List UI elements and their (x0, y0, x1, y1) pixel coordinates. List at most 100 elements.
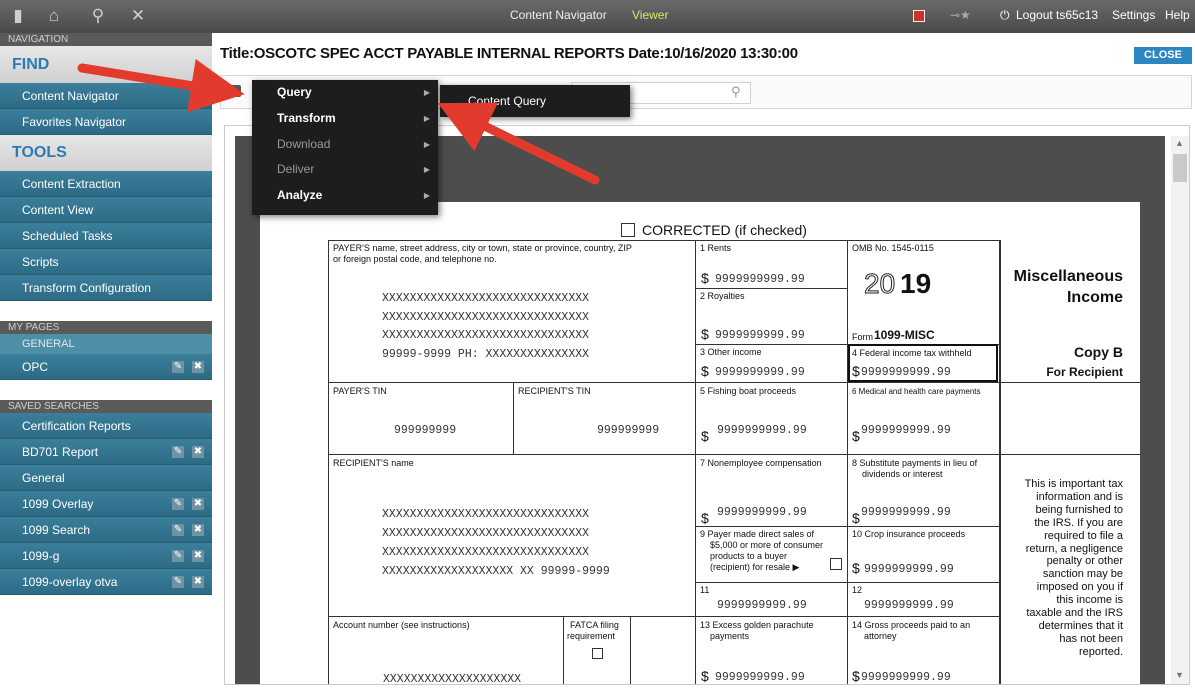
actions-menu-icon[interactable] (229, 85, 241, 97)
tab-content-navigator[interactable]: Content Navigator (500, 0, 617, 33)
delete-icon[interactable]: ✖ (192, 361, 204, 373)
other-income-label: 3 Other income (700, 347, 762, 357)
recipient-line: XXXXXXXXXXXXXXXXXXXXXXXXXXXXXX (382, 508, 590, 521)
label: 1099-overlay otva (22, 575, 118, 589)
sidebar-item-content-extraction[interactable]: Content Extraction (0, 171, 212, 197)
dollar-sign: $ (852, 428, 860, 444)
close-button[interactable]: CLOSE (1134, 47, 1192, 64)
tax-notice: This is important tax information and is b… (1005, 478, 1123, 659)
sidebar-item-general[interactable]: General (0, 465, 212, 491)
general-group-header[interactable]: GENERAL (0, 334, 212, 354)
fatca-checkbox[interactable] (592, 648, 603, 659)
search-icon[interactable]: ⚲ (731, 84, 741, 100)
vertical-scrollbar[interactable]: ▲ ▼ (1171, 136, 1189, 684)
subst-value: 9999999999.99 (861, 506, 951, 519)
subst-label-2: dividends or interest (862, 469, 943, 479)
sidebar-item-content-navigator[interactable]: Content Navigator (0, 83, 212, 109)
edit-icon[interactable]: ✎ (172, 576, 184, 588)
tax-notice-line: has not been (1059, 632, 1123, 645)
delete-icon[interactable]: ✖ (192, 576, 204, 588)
account-label: Account number (see instructions) (333, 620, 470, 630)
scroll-up-icon[interactable]: ▲ (1175, 138, 1184, 148)
corrected-checkbox[interactable] (621, 223, 635, 237)
opc-label: OPC (22, 360, 49, 374)
menu-item-download[interactable]: Download ▶ (252, 132, 438, 158)
edit-icon[interactable]: ✎ (172, 550, 184, 562)
divider (695, 616, 1000, 617)
sidebar-item-1099-search[interactable]: 1099 Search ✎ ✖ (0, 517, 212, 543)
menu-item-analyze[interactable]: Analyze ▶ (252, 183, 438, 209)
edit-icon[interactable]: ✎ (172, 524, 184, 536)
sidebar-item-bd701-report[interactable]: BD701 Report ✎ ✖ (0, 439, 212, 465)
tax-notice-line: This is important tax (1024, 478, 1123, 490)
delete-icon[interactable]: ✖ (192, 446, 204, 458)
royalties-value: 9999999999.99 (715, 329, 805, 342)
menu-item-transform[interactable]: Transform ▶ (252, 106, 438, 132)
corrected-label: CORRECTED (if checked) (642, 222, 807, 238)
tax-notice-line: reported. (1078, 645, 1123, 658)
sidebar-item-content-view[interactable]: Content View (0, 197, 212, 223)
divider (695, 382, 1140, 383)
edit-icon[interactable]: ✎ (172, 361, 184, 373)
edit-icon[interactable]: ✎ (172, 498, 184, 510)
sidebar-item-scheduled-tasks[interactable]: Scheduled Tasks (0, 223, 212, 249)
search-icon[interactable]: ⚲ (88, 6, 108, 26)
crop-value: 9999999999.99 (864, 563, 954, 576)
scroll-down-icon[interactable]: ▼ (1175, 670, 1184, 680)
other-income-value: 9999999999.99 (715, 366, 805, 379)
alert-icon[interactable] (913, 10, 925, 22)
home-icon[interactable]: ⌂ (44, 6, 64, 26)
top-bar: ▮ ⌂ ⚲ ✕ Content Navigator Viewer ⊸★ ⏻ Lo… (0, 0, 1195, 33)
panel-toggle-icon[interactable]: ▮ (8, 6, 28, 26)
chevron-right-icon: ▶ (423, 165, 430, 175)
page-title: Title:OSCOTC SPEC ACCT PAYABLE INTERNAL … (220, 45, 798, 62)
sidebar-item-1099-overlay-otva[interactable]: 1099-overlay otva ✎ ✖ (0, 569, 212, 595)
direct-sales-checkbox[interactable] (830, 558, 842, 570)
favorite-star-icon[interactable]: ⊸★ (950, 0, 971, 33)
account-value: XXXXXXXXXXXXXXXXXXXX (383, 673, 522, 684)
crop-label: 10 Crop insurance proceeds (852, 529, 966, 539)
delete-icon[interactable]: ✖ (192, 498, 204, 510)
golden-value: 9999999999.99 (715, 671, 805, 684)
label: 1099 Search (22, 523, 91, 537)
settings-link[interactable]: Settings (1112, 0, 1155, 33)
menu-item-deliver[interactable]: Deliver ▶ (252, 157, 438, 183)
recipient-line: XXXXXXXXXXXXXXXXXXXXXXXXXXXXXX (382, 527, 590, 540)
label: 1099-g (22, 549, 60, 563)
sidebar-item-favorites-navigator[interactable]: Favorites Navigator (0, 109, 212, 135)
sidebar-item-certification-reports[interactable]: Certification Reports (0, 413, 212, 439)
dollar-sign: $ (701, 510, 709, 526)
sidebar-item-scripts[interactable]: Scripts (0, 249, 212, 275)
sidebar-item-transform-configuration[interactable]: Transform Configuration (0, 275, 212, 301)
divider (563, 616, 564, 684)
tab-viewer[interactable]: Viewer (622, 0, 678, 33)
submenu-content-query[interactable]: Content Query (440, 85, 630, 117)
tools-icon[interactable]: ✕ (128, 6, 148, 26)
tax-notice-line: return, a negligence (1025, 542, 1123, 555)
delete-icon[interactable]: ✖ (192, 550, 204, 562)
help-link[interactable]: Help (1165, 0, 1190, 33)
sidebar-item-1099-overlay[interactable]: 1099 Overlay ✎ ✖ (0, 491, 212, 517)
chevron-right-icon: ▶ (423, 139, 430, 149)
label: Deliver (277, 162, 315, 177)
tax-notice-line: this income is (1056, 594, 1123, 607)
scrollbar-thumb[interactable] (1173, 154, 1187, 182)
sidebar-item-1099-g[interactable]: 1099-g ✎ ✖ (0, 543, 212, 569)
logout-link[interactable]: Logout ts65c13 (1016, 0, 1098, 33)
recipient-tin-value: 999999999 (597, 424, 660, 437)
fed-tax-value: 9999999999.99 (861, 366, 951, 379)
actions-menu: Query ▶ Transform ▶ Download ▶ Deliver ▶ Ana… (252, 80, 438, 215)
general-label: GENERAL (22, 338, 75, 350)
sidebar-item-opc[interactable]: OPC ✎ ✖ (0, 354, 212, 380)
box12-label: 12 (852, 585, 863, 595)
golden-label: 13 Excess golden parachute (700, 620, 814, 630)
chevron-right-icon: ▶ (423, 191, 430, 201)
divider (328, 382, 695, 383)
tax-notice-line: being furnished to (1035, 503, 1123, 516)
delete-icon[interactable]: ✖ (192, 524, 204, 536)
box11-value: 9999999999.99 (717, 599, 807, 612)
menu-item-query[interactable]: Query ▶ (252, 80, 438, 106)
edit-icon[interactable]: ✎ (172, 446, 184, 458)
bd701-label: BD701 Report (22, 445, 99, 459)
divider (695, 454, 1140, 455)
